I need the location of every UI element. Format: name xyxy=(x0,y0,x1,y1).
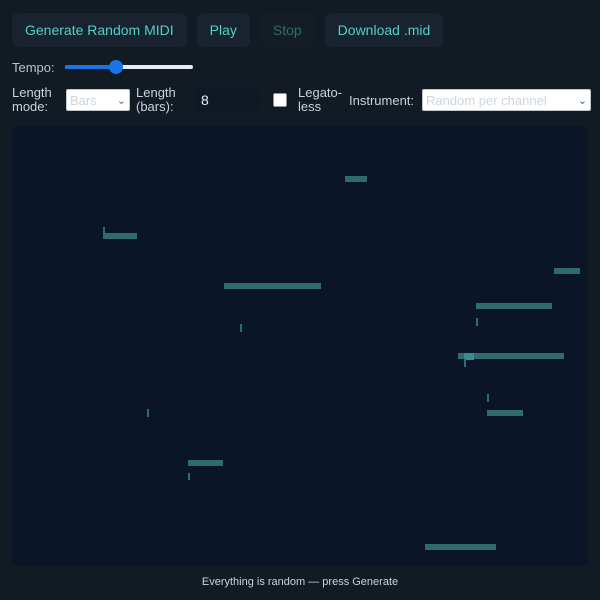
chevron-down-icon: ⌄ xyxy=(577,94,588,107)
midi-note xyxy=(188,460,223,466)
piano-roll[interactable] xyxy=(12,126,588,566)
length-mode-label: Length mode: xyxy=(12,86,64,114)
length-bars-label-line1: Length xyxy=(136,85,176,100)
length-bars-input[interactable]: 8 xyxy=(194,88,260,112)
length-bars-label-line2: (bars): xyxy=(136,99,174,114)
instrument-select[interactable]: Random per channel ⌄ xyxy=(422,89,592,111)
midi-note xyxy=(103,233,137,239)
settings-row: Length mode: Bars ⌄ Length (bars): 8 Leg… xyxy=(12,86,592,114)
download-button[interactable]: Download .mid xyxy=(324,13,444,47)
midi-note xyxy=(476,318,478,326)
tempo-label: Tempo: xyxy=(12,59,55,75)
instrument-value: Random per channel xyxy=(426,92,547,108)
midi-note xyxy=(554,268,580,274)
status-text: Everything is random — press Generate xyxy=(201,576,399,588)
legato-label-line2: less xyxy=(298,99,322,114)
instrument-label: Instrument: xyxy=(349,92,415,108)
length-bars-label: Length (bars): xyxy=(136,86,190,114)
generate-button[interactable]: Generate Random MIDI xyxy=(12,13,187,47)
chevron-down-icon: ⌄ xyxy=(116,94,126,107)
stop-button[interactable]: Stop xyxy=(259,13,315,47)
tempo-slider-thumb[interactable] xyxy=(108,60,123,74)
length-mode-select[interactable]: Bars ⌄ xyxy=(66,89,130,111)
midi-note xyxy=(425,544,496,550)
midi-note xyxy=(345,176,367,182)
length-mode-label-line1: Length xyxy=(12,85,52,100)
legato-checkbox[interactable] xyxy=(273,93,287,107)
legato-label-line1: Legato- xyxy=(298,85,343,100)
midi-note xyxy=(487,410,523,416)
play-button[interactable]: Play xyxy=(196,13,250,47)
midi-note xyxy=(188,473,190,480)
toolbar: Generate Random MIDI Play Stop Download … xyxy=(12,13,444,47)
midi-note xyxy=(487,394,489,402)
midi-note xyxy=(240,324,242,332)
tempo-slider[interactable] xyxy=(64,58,193,76)
midi-note xyxy=(147,409,149,417)
midi-note xyxy=(464,359,466,367)
tempo-row: Tempo: xyxy=(12,58,193,76)
midi-note xyxy=(476,303,552,309)
legato-label: Legato- less xyxy=(298,86,346,114)
length-mode-value: Bars xyxy=(70,92,97,108)
midi-note xyxy=(224,283,321,289)
length-mode-label-line2: mode: xyxy=(12,99,49,114)
